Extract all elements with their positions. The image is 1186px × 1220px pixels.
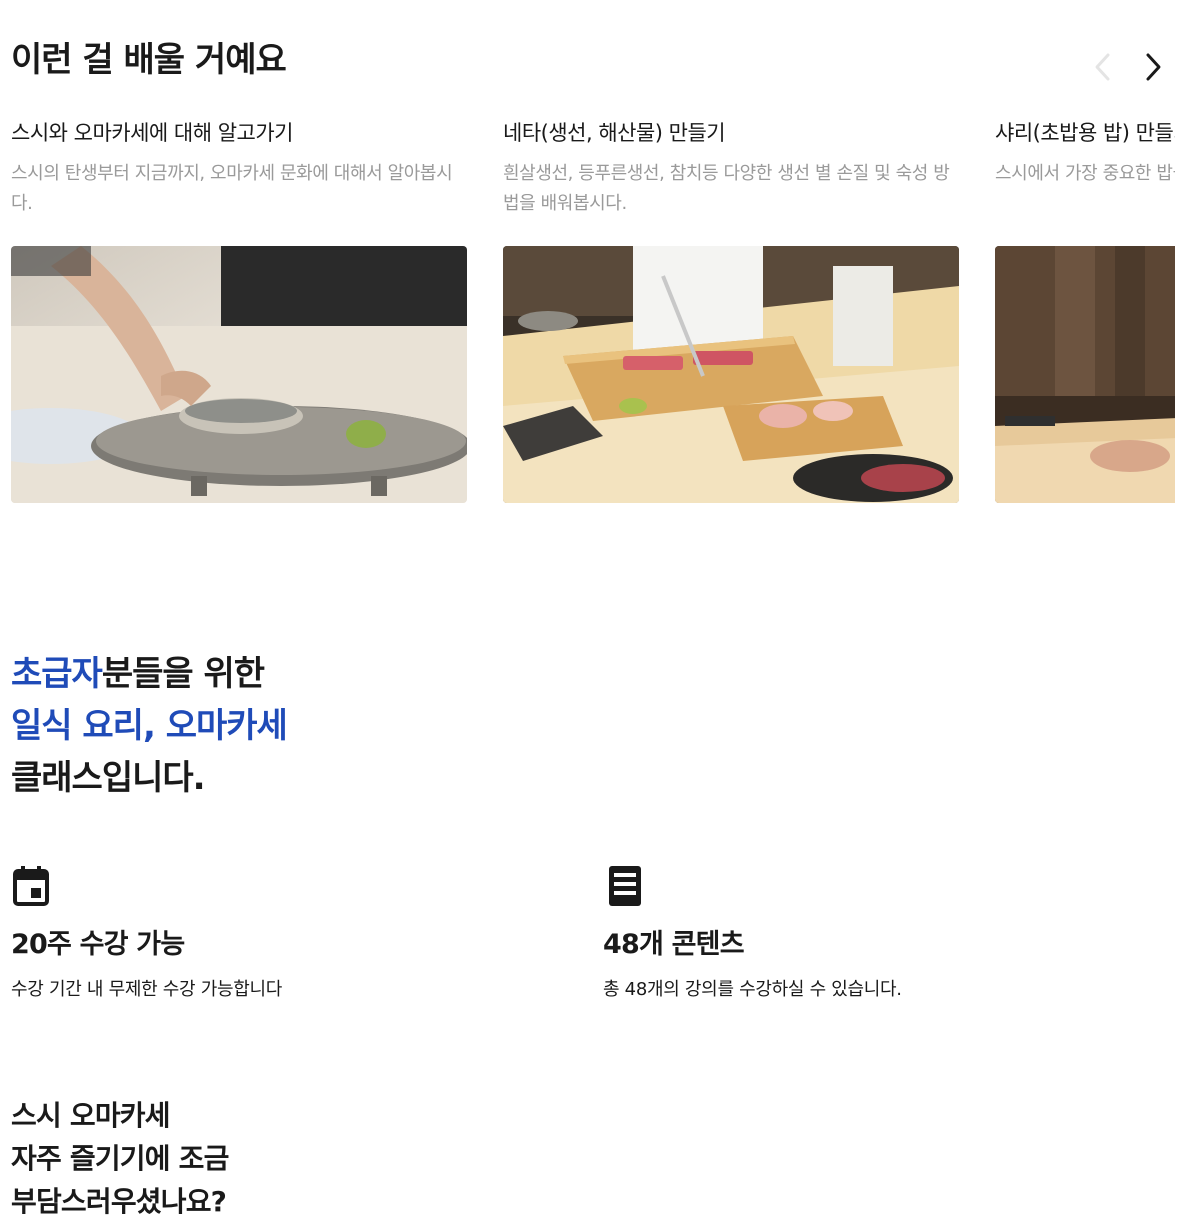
curriculum-carousel[interactable]: 스시와 오마카세에 대해 알고가기 스시의 탄생부터 지금까지, 오마카세 문화… (11, 120, 1175, 510)
intro-line-1-rest: 분들을 위한 (101, 654, 265, 694)
bottom-line-3: 부담스러우셨나요? (11, 1185, 227, 1218)
feature-title: 20주 수강 가능 (11, 929, 185, 960)
feature-description: 총 48개의 강의를 수강하실 수 있습니다. (603, 979, 902, 1000)
document-icon (603, 862, 651, 910)
card-image-sushi-plating (11, 246, 467, 504)
card-description: 스시에서 가장 중요한 밥을 만드는 방법을 배워봅시다. (995, 163, 1175, 185)
carousel-next-button[interactable] (1136, 50, 1170, 84)
card-image-fish-preparation (503, 246, 959, 504)
class-intro-heading: 초급자분들을 위한 일식 요리, 오마카세 클래스입니다. (11, 648, 288, 804)
curriculum-card[interactable]: 네타(생선, 해산물) 만들기 흰살생선, 등푸른생선, 참치등 다양한 생선 … (503, 120, 959, 504)
chevron-left-icon (1095, 53, 1110, 81)
feature-description: 수강 기간 내 무제한 수강 가능합니다 (11, 979, 283, 1000)
feature-contents: 48개 콘텐츠 총 48개의 강의를 수강하실 수 있습니다. (603, 862, 1163, 1001)
intro-line-3: 클래스입니다. (11, 758, 206, 798)
intro-highlight-beginner: 초급자 (11, 654, 103, 694)
card-title: 네타(생선, 해산물) 만들기 (503, 121, 726, 145)
card-image-rice-preparation (995, 246, 1175, 504)
card-description: 흰살생선, 등푸른생선, 참치등 다양한 생선 별 손질 및 숙성 방법을 배워… (503, 163, 950, 215)
card-title: 스시와 오마카세에 대해 알고가기 (11, 121, 294, 145)
curriculum-card[interactable]: 샤리(초밥용 밥) 만들기 스시에서 가장 중요한 밥을 만드는 방법을 배워봅… (995, 120, 1175, 504)
bottom-heading: 스시 오마카세 자주 즐기기에 조금 부담스러우셨나요? (11, 1094, 229, 1220)
bottom-line-2: 자주 즐기기에 조금 (11, 1142, 229, 1175)
card-title: 샤리(초밥용 밥) 만들기 (995, 121, 1175, 145)
card-description: 스시의 탄생부터 지금까지, 오마카세 문화에 대해서 알아봅시다. (11, 163, 453, 215)
intro-line-2: 일식 요리, 오마카세 (11, 706, 288, 746)
carousel-track: 스시와 오마카세에 대해 알고가기 스시의 탄생부터 지금까지, 오마카세 문화… (11, 120, 1175, 504)
feature-title: 48개 콘텐츠 (603, 929, 745, 960)
bottom-line-1: 스시 오마카세 (11, 1099, 171, 1132)
carousel-prev-button[interactable] (1086, 50, 1120, 84)
feature-duration: 20주 수강 가능 수강 기간 내 무제한 수강 가능합니다 (11, 862, 571, 1001)
chevron-right-icon (1146, 53, 1161, 81)
curriculum-card[interactable]: 스시와 오마카세에 대해 알고가기 스시의 탄생부터 지금까지, 오마카세 문화… (11, 120, 467, 504)
intro-line-1: 초급자분들을 위한 (11, 648, 287, 700)
section-title: 이런 걸 배울 거예요 (11, 40, 287, 80)
calendar-icon (11, 862, 59, 910)
